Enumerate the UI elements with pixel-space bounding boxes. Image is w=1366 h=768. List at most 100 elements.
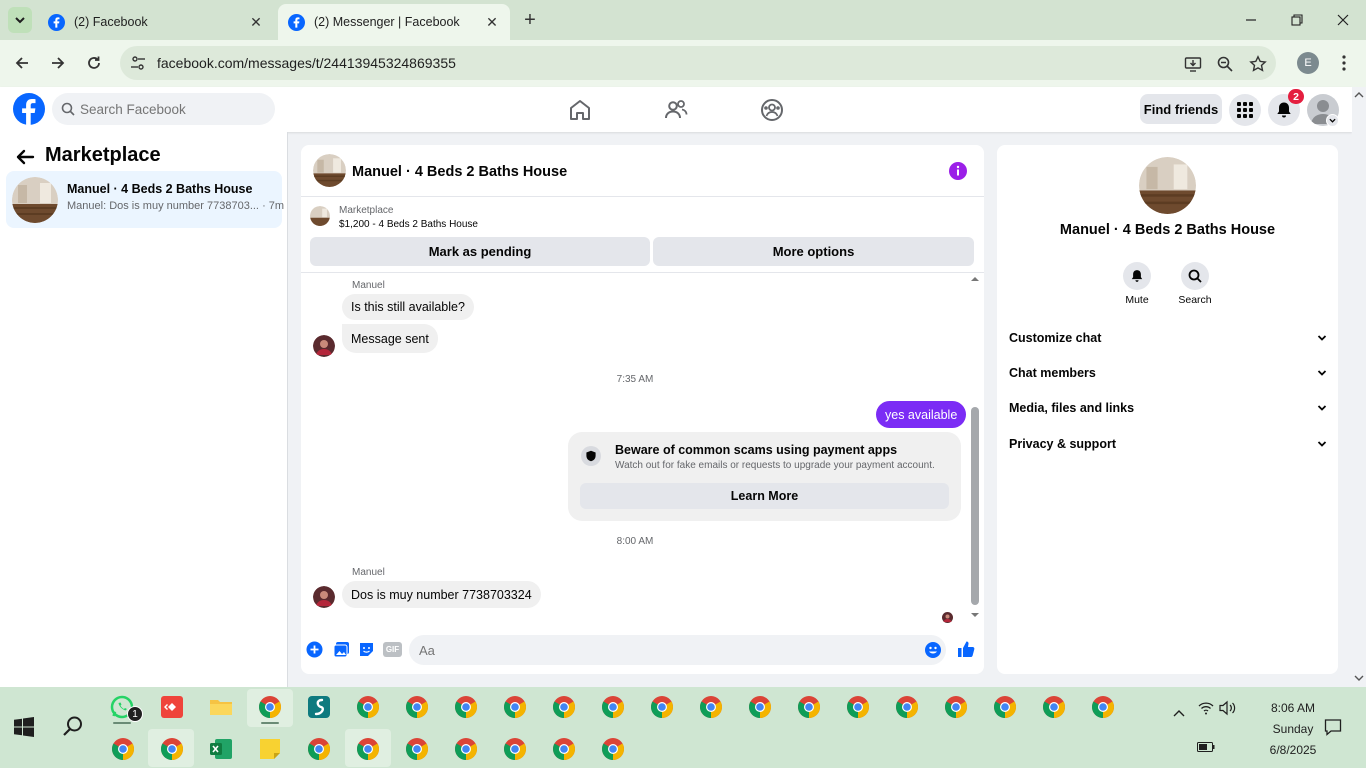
chrome-profile-icon[interactable]	[454, 695, 478, 719]
windows-start-icon[interactable]	[14, 717, 34, 737]
my-message-bubble[interactable]: yes available	[876, 401, 967, 428]
file-explorer-icon[interactable]	[209, 695, 233, 719]
taskbar-search-icon[interactable]	[62, 715, 84, 737]
site-info-icon[interactable]	[130, 55, 146, 71]
wifi-icon[interactable]	[1198, 701, 1214, 715]
chrome-profile-icon[interactable]	[748, 695, 772, 719]
install-app-icon[interactable]	[1184, 55, 1202, 73]
close-tab-icon[interactable]: ✕	[248, 14, 264, 30]
facebook-search[interactable]	[52, 93, 275, 125]
thumbs-up-icon[interactable]	[957, 640, 975, 658]
chrome-profile-icon[interactable]	[601, 695, 625, 719]
minimize-button[interactable]	[1228, 0, 1274, 40]
message-input[interactable]	[419, 635, 909, 665]
chat-title[interactable]: Manuel · 4 Beds 2 Baths House	[352, 164, 567, 180]
emoji-icon[interactable]	[925, 642, 941, 658]
zoom-icon[interactable]	[1216, 55, 1234, 73]
home-icon[interactable]	[567, 97, 593, 123]
account-chevron[interactable]	[1326, 114, 1339, 127]
new-tab-button[interactable]: +	[519, 9, 541, 31]
friends-icon[interactable]	[663, 97, 689, 123]
chrome-profile-icon[interactable]	[454, 737, 478, 761]
message-bubble[interactable]: Is this still available?	[342, 294, 474, 320]
listing-price-title[interactable]: $1,200 - 4 Beds 2 Baths House	[339, 219, 478, 230]
page-scrollbar[interactable]	[1352, 87, 1366, 687]
find-friends-button[interactable]: Find friends	[1140, 94, 1222, 124]
chrome-profile-icon[interactable]	[601, 737, 625, 761]
battery-icon[interactable]	[1197, 742, 1215, 752]
conversation-list-item[interactable]: Manuel · 4 Beds 2 Baths House Manuel: Do…	[6, 171, 285, 228]
chrome-profile-icon[interactable]	[650, 695, 674, 719]
close-tab-icon[interactable]: ✕	[484, 14, 500, 30]
message-scrollbar[interactable]	[969, 274, 982, 624]
customize-chat-section[interactable]: Customize chat	[1009, 327, 1327, 349]
show-hidden-icons-icon[interactable]	[1172, 707, 1186, 721]
chat-members-section[interactable]: Chat members	[1009, 362, 1327, 384]
chrome-profile-icon[interactable]	[356, 695, 380, 719]
chrome-profile-icon[interactable]	[993, 695, 1017, 719]
notification-center-icon[interactable]	[1324, 718, 1342, 736]
browser-profile-avatar[interactable]: E	[1297, 52, 1319, 74]
anydesk-icon[interactable]	[160, 695, 184, 719]
learn-more-button[interactable]: Learn More	[580, 483, 949, 509]
chrome-profile-icon[interactable]	[307, 737, 331, 761]
sticky-notes-icon[interactable]	[258, 737, 282, 761]
listing-thumbnail[interactable]	[313, 154, 346, 187]
restore-button[interactable]	[1274, 0, 1320, 40]
chrome-profile-icon[interactable]	[944, 695, 968, 719]
chrome-profile-icon[interactable]	[895, 695, 919, 719]
chrome-profile-icon[interactable]	[1042, 695, 1066, 719]
sender-avatar[interactable]	[313, 586, 335, 608]
back-arrow-icon[interactable]	[14, 146, 36, 168]
app-s-icon[interactable]	[307, 695, 331, 719]
chrome-profile-icon[interactable]	[797, 695, 821, 719]
chrome-profile-icon[interactable]	[258, 695, 282, 719]
chrome-profile-icon[interactable]	[160, 737, 184, 761]
sticker-icon[interactable]	[358, 641, 375, 658]
browser-menu-button[interactable]	[1336, 52, 1352, 74]
preview-time: · 7m	[262, 200, 285, 212]
tab-search-dropdown[interactable]	[8, 7, 32, 33]
more-options-button[interactable]: More options	[653, 237, 974, 266]
chrome-profile-icon[interactable]	[699, 695, 723, 719]
menu-button[interactable]	[1229, 94, 1261, 126]
info-icon[interactable]	[949, 162, 967, 180]
message-bubble[interactable]: Message sent	[342, 324, 438, 353]
chrome-profile-icon[interactable]	[1091, 695, 1115, 719]
address-bar[interactable]: facebook.com/messages/t/2441394532486935…	[120, 46, 1276, 80]
groups-icon[interactable]	[759, 97, 785, 123]
forward-button[interactable]	[46, 51, 70, 75]
tab-messenger[interactable]: (2) Messenger | Facebook ✕	[278, 4, 510, 40]
chrome-profile-icon[interactable]	[503, 737, 527, 761]
chrome-profile-icon[interactable]	[405, 695, 429, 719]
privacy-support-section[interactable]: Privacy & support	[1009, 433, 1327, 455]
chrome-profile-icon[interactable]	[552, 695, 576, 719]
message-input-box[interactable]	[409, 635, 946, 665]
url-text[interactable]: facebook.com/messages/t/2441394532486935…	[157, 55, 456, 71]
reload-button[interactable]	[82, 51, 106, 75]
close-window-button[interactable]	[1320, 0, 1366, 40]
search-conversation-button[interactable]: Search	[1165, 262, 1225, 306]
chrome-profile-icon[interactable]	[405, 737, 429, 761]
search-input[interactable]	[80, 93, 270, 125]
volume-icon[interactable]	[1219, 700, 1237, 716]
excel-icon[interactable]	[209, 737, 233, 761]
plus-circle-icon[interactable]	[306, 641, 323, 658]
mark-as-pending-button[interactable]: Mark as pending	[310, 237, 650, 266]
chrome-profile-icon[interactable]	[111, 737, 135, 761]
chrome-profile-icon[interactable]	[846, 695, 870, 719]
chrome-profile-icon[interactable]	[356, 737, 380, 761]
tab-facebook[interactable]: (2) Facebook ✕	[38, 4, 274, 40]
sender-avatar[interactable]	[313, 335, 335, 357]
chrome-profile-icon[interactable]	[503, 695, 527, 719]
mute-button[interactable]: Mute	[1107, 262, 1167, 306]
facebook-logo-icon[interactable]	[13, 93, 45, 125]
chrome-profile-icon[interactable]	[552, 737, 576, 761]
message-bubble[interactable]: Dos is muy number 7738703324	[342, 581, 541, 608]
bookmark-star-icon[interactable]	[1249, 55, 1267, 73]
back-button[interactable]	[10, 51, 34, 75]
scrollbar-thumb[interactable]	[971, 407, 979, 605]
gif-icon[interactable]: GIF	[383, 642, 402, 657]
photo-icon[interactable]	[333, 641, 350, 658]
media-files-links-section[interactable]: Media, files and links	[1009, 397, 1327, 419]
